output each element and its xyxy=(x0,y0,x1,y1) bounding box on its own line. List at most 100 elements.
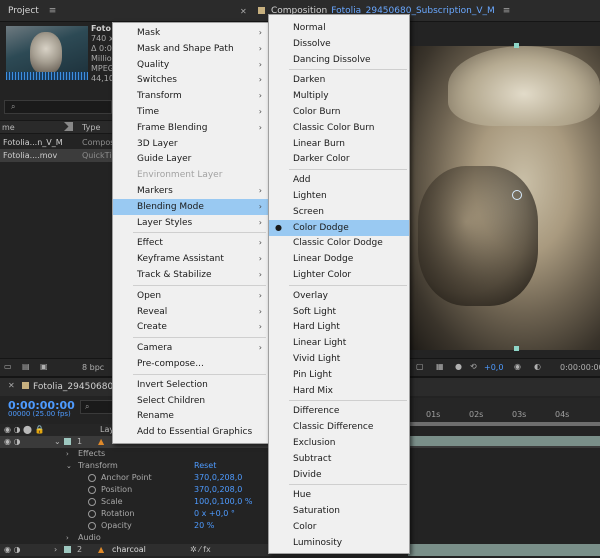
snapshot-icon[interactable]: ◉ xyxy=(514,362,521,371)
blend-mode-luminosity[interactable]: Luminosity xyxy=(269,535,409,551)
blend-mode-hard-light[interactable]: Hard Light xyxy=(269,319,409,335)
project-search-input[interactable]: ⌕ xyxy=(4,100,112,114)
region-of-interest-icon[interactable]: ▢ xyxy=(416,362,424,371)
blend-mode-lighten[interactable]: Lighten xyxy=(269,188,409,204)
blend-mode-screen[interactable]: Screen xyxy=(269,204,409,220)
property-value[interactable]: 20 % xyxy=(194,520,214,532)
menu-item-camera[interactable]: Camera › xyxy=(113,340,268,356)
twirl-down-icon[interactable]: ⌄ xyxy=(66,460,72,472)
hamburger-icon[interactable]: ≡ xyxy=(503,6,511,16)
hamburger-icon[interactable]: ≡ xyxy=(49,6,57,16)
property-value[interactable]: 370,0,208,0 xyxy=(194,472,242,484)
twirl-down-icon[interactable]: ⌄ xyxy=(54,436,61,448)
menu-item-effect[interactable]: Effect › xyxy=(113,235,268,251)
blend-mode-classic-color-dodge[interactable]: Classic Color Dodge xyxy=(269,235,409,251)
fx-switch-icon[interactable]: ✲ ⁄ fx xyxy=(190,544,211,556)
project-item-comp[interactable]: Fotolia...n_V_M Compos xyxy=(0,136,114,149)
blend-mode-add[interactable]: Add xyxy=(269,172,409,188)
blend-mode-overlay[interactable]: Overlay xyxy=(269,288,409,304)
visibility-icon[interactable]: ◉ ◑ xyxy=(4,436,21,448)
blend-mode-normal[interactable]: Normal xyxy=(269,20,409,36)
blend-mode-dissolve[interactable]: Dissolve xyxy=(269,36,409,52)
menu-item-reveal[interactable]: Reveal › xyxy=(113,304,268,320)
layer-handle[interactable] xyxy=(514,346,519,351)
blend-mode-exclusion[interactable]: Exclusion xyxy=(269,435,409,451)
new-folder-icon[interactable]: ▤ xyxy=(22,362,30,371)
menu-item-add-to-essential-graphics[interactable]: Add to Essential Graphics xyxy=(113,424,268,440)
new-comp-icon[interactable]: ▣ xyxy=(40,362,48,371)
blend-mode-difference[interactable]: Difference xyxy=(269,403,409,419)
blend-mode-vivid-light[interactable]: Vivid Light xyxy=(269,351,409,367)
twirl-right-icon[interactable]: › xyxy=(66,448,69,460)
type-column-label[interactable]: Type xyxy=(82,123,100,132)
color-channels-icon[interactable]: ● xyxy=(455,362,462,371)
stopwatch-icon[interactable] xyxy=(88,498,96,506)
blend-mode-color[interactable]: Color xyxy=(269,519,409,535)
stopwatch-icon[interactable] xyxy=(88,522,96,530)
bpc-button[interactable]: 8 bpc xyxy=(82,363,104,372)
show-snapshot-icon[interactable]: ◐ xyxy=(534,362,541,371)
close-icon[interactable]: ✕ xyxy=(240,7,247,16)
property-value[interactable]: Reset xyxy=(194,460,216,472)
work-area-bar[interactable] xyxy=(408,422,600,426)
blend-mode-divide[interactable]: Divide xyxy=(269,467,409,483)
menu-item-guide-layer[interactable]: Guide Layer xyxy=(113,151,268,167)
project-item-footage[interactable]: Fotolia....mov QuickTin xyxy=(0,149,117,162)
layer-bar-2[interactable] xyxy=(408,544,600,556)
layer-label-swatch[interactable] xyxy=(64,438,71,445)
menu-item-switches[interactable]: Switches › xyxy=(113,72,268,88)
interpret-footage-icon[interactable]: ▭ xyxy=(4,362,12,371)
menu-item-quality[interactable]: Quality › xyxy=(113,57,268,73)
blend-mode-linear-light[interactable]: Linear Light xyxy=(269,335,409,351)
anchor-point-icon[interactable] xyxy=(512,190,522,200)
blend-mode-pin-light[interactable]: Pin Light xyxy=(269,367,409,383)
blend-mode-saturation[interactable]: Saturation xyxy=(269,503,409,519)
menu-item-open[interactable]: Open › xyxy=(113,288,268,304)
layer-label-swatch[interactable] xyxy=(64,546,71,553)
transparency-grid-icon[interactable]: ▦ xyxy=(436,362,444,371)
menu-item-track-stabilize[interactable]: Track & Stabilize › xyxy=(113,267,268,283)
property-value[interactable]: 370,0,208,0 xyxy=(194,484,242,496)
blend-mode-hard-mix[interactable]: Hard Mix xyxy=(269,383,409,399)
blend-mode-classic-difference[interactable]: Classic Difference xyxy=(269,419,409,435)
menu-item-keyframe-assistant[interactable]: Keyframe Assistant › xyxy=(113,251,268,267)
blend-mode-color-burn[interactable]: Color Burn xyxy=(269,104,409,120)
blend-mode-linear-burn[interactable]: Linear Burn xyxy=(269,136,409,152)
menu-item-mask[interactable]: Mask › xyxy=(113,25,268,41)
layer-bar-1[interactable] xyxy=(408,436,600,446)
menu-item-pre-compose[interactable]: Pre-compose... xyxy=(113,356,268,372)
blend-mode-subtract[interactable]: Subtract xyxy=(269,451,409,467)
project-tab[interactable]: Project ≡ xyxy=(0,0,238,22)
close-icon[interactable]: ✕ xyxy=(8,381,15,390)
layer-handle[interactable] xyxy=(514,43,519,48)
blend-mode-linear-dodge[interactable]: Linear Dodge xyxy=(269,251,409,267)
blend-mode-hue[interactable]: Hue xyxy=(269,487,409,503)
property-value[interactable]: 100,0,100,0 % xyxy=(194,496,253,508)
property-value[interactable]: 0 x +0,0 ° xyxy=(194,508,235,520)
composition-viewer[interactable] xyxy=(408,46,600,350)
blend-mode-classic-color-burn[interactable]: Classic Color Burn xyxy=(269,120,409,136)
menu-item-select-children[interactable]: Select Children xyxy=(113,393,268,409)
blend-mode-soft-light[interactable]: Soft Light xyxy=(269,304,409,320)
stopwatch-icon[interactable] xyxy=(88,510,96,518)
menu-item-mask-and-shape-path[interactable]: Mask and Shape Path › xyxy=(113,41,268,57)
menu-item-3d-layer[interactable]: 3D Layer xyxy=(113,136,268,152)
menu-item-markers[interactable]: Markers › xyxy=(113,183,268,199)
layer-name[interactable]: charcoal xyxy=(112,544,146,556)
viewer-timecode[interactable]: 0:00:00:00 xyxy=(560,363,600,372)
blend-mode-color-dodge[interactable]: ● Color Dodge xyxy=(269,219,409,236)
menu-item-time[interactable]: Time › xyxy=(113,104,268,120)
visibility-icon[interactable]: ◉ ◑ xyxy=(4,544,21,556)
menu-item-invert-selection[interactable]: Invert Selection xyxy=(113,377,268,393)
exposure-reset-icon[interactable]: ⟲ xyxy=(470,362,477,371)
menu-item-transform[interactable]: Transform › xyxy=(113,88,268,104)
blend-mode-darken[interactable]: Darken xyxy=(269,72,409,88)
stopwatch-icon[interactable] xyxy=(88,486,96,494)
name-column-label[interactable]: me xyxy=(2,123,15,132)
stopwatch-icon[interactable] xyxy=(88,474,96,482)
exposure-value[interactable]: +0,0 xyxy=(484,363,503,372)
menu-item-layer-styles[interactable]: Layer Styles › xyxy=(113,215,268,231)
menu-item-blending-mode[interactable]: Blending Mode › xyxy=(113,198,268,215)
blend-mode-darker-color[interactable]: Darker Color xyxy=(269,151,409,167)
menu-item-rename[interactable]: Rename xyxy=(113,408,268,424)
